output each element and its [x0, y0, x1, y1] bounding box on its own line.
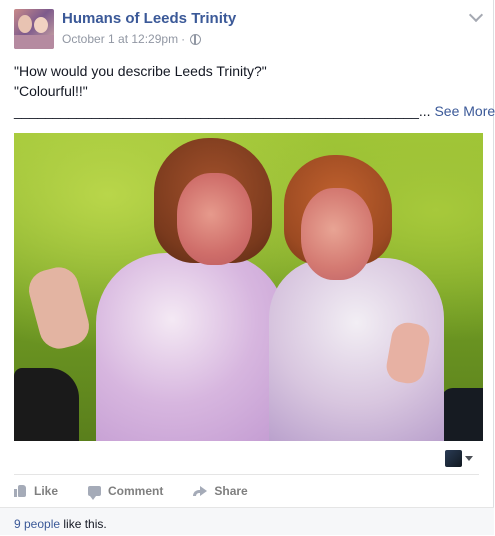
- photo-bag: [441, 388, 483, 441]
- page-name-link[interactable]: Humans of Leeds Trinity: [62, 10, 236, 27]
- comment-button[interactable]: Comment: [88, 484, 164, 500]
- like-button[interactable]: Like: [14, 484, 58, 498]
- post-text-line: ________________________________________…: [14, 101, 495, 121]
- divider: [14, 474, 479, 475]
- likes-count-link[interactable]: 9 people: [14, 517, 60, 531]
- post-card: Humans of Leeds Trinity October 1 at 12:…: [0, 0, 495, 535]
- ellipsis: ...: [418, 103, 435, 119]
- photo-bag: [14, 368, 79, 441]
- comment-bubble-icon: [88, 486, 102, 500]
- photo-person-left: [96, 253, 286, 441]
- thumbs-up-icon: [14, 485, 27, 497]
- globe-icon[interactable]: [190, 33, 202, 45]
- photo-hand-peace-left: [24, 262, 94, 354]
- post-text: "How would you describe Leeds Trinity?" …: [14, 61, 495, 121]
- viewer-avatar-icon[interactable]: [445, 450, 462, 467]
- post-text-line: "How would you describe Leeds Trinity?": [14, 63, 267, 79]
- post-text-line: "Colourful!!": [14, 83, 88, 99]
- like-label: Like: [34, 484, 59, 498]
- page-avatar[interactable]: [14, 9, 54, 49]
- photo-face-right: [301, 188, 373, 280]
- share-button[interactable]: Share: [193, 484, 248, 498]
- share-label: Share: [214, 484, 248, 498]
- meta-separator: ·: [181, 32, 186, 46]
- post-timestamp[interactable]: October 1 at 12:29pm: [62, 32, 178, 46]
- likes-suffix: like this.: [60, 517, 107, 531]
- likes-summary: 9 people like this.: [0, 507, 494, 535]
- photo-face-left: [177, 173, 252, 265]
- action-bar: Like Comment Share: [14, 482, 278, 500]
- caret-down-icon[interactable]: [465, 456, 473, 461]
- text-rule: ________________________________________…: [14, 103, 419, 119]
- post-photo[interactable]: [14, 133, 483, 441]
- see-more-link[interactable]: See More: [434, 103, 495, 119]
- post-meta: October 1 at 12:29pm ·: [62, 32, 202, 46]
- share-arrow-icon: [193, 485, 208, 497]
- comment-label: Comment: [108, 484, 164, 498]
- chevron-down-icon[interactable]: [468, 7, 484, 23]
